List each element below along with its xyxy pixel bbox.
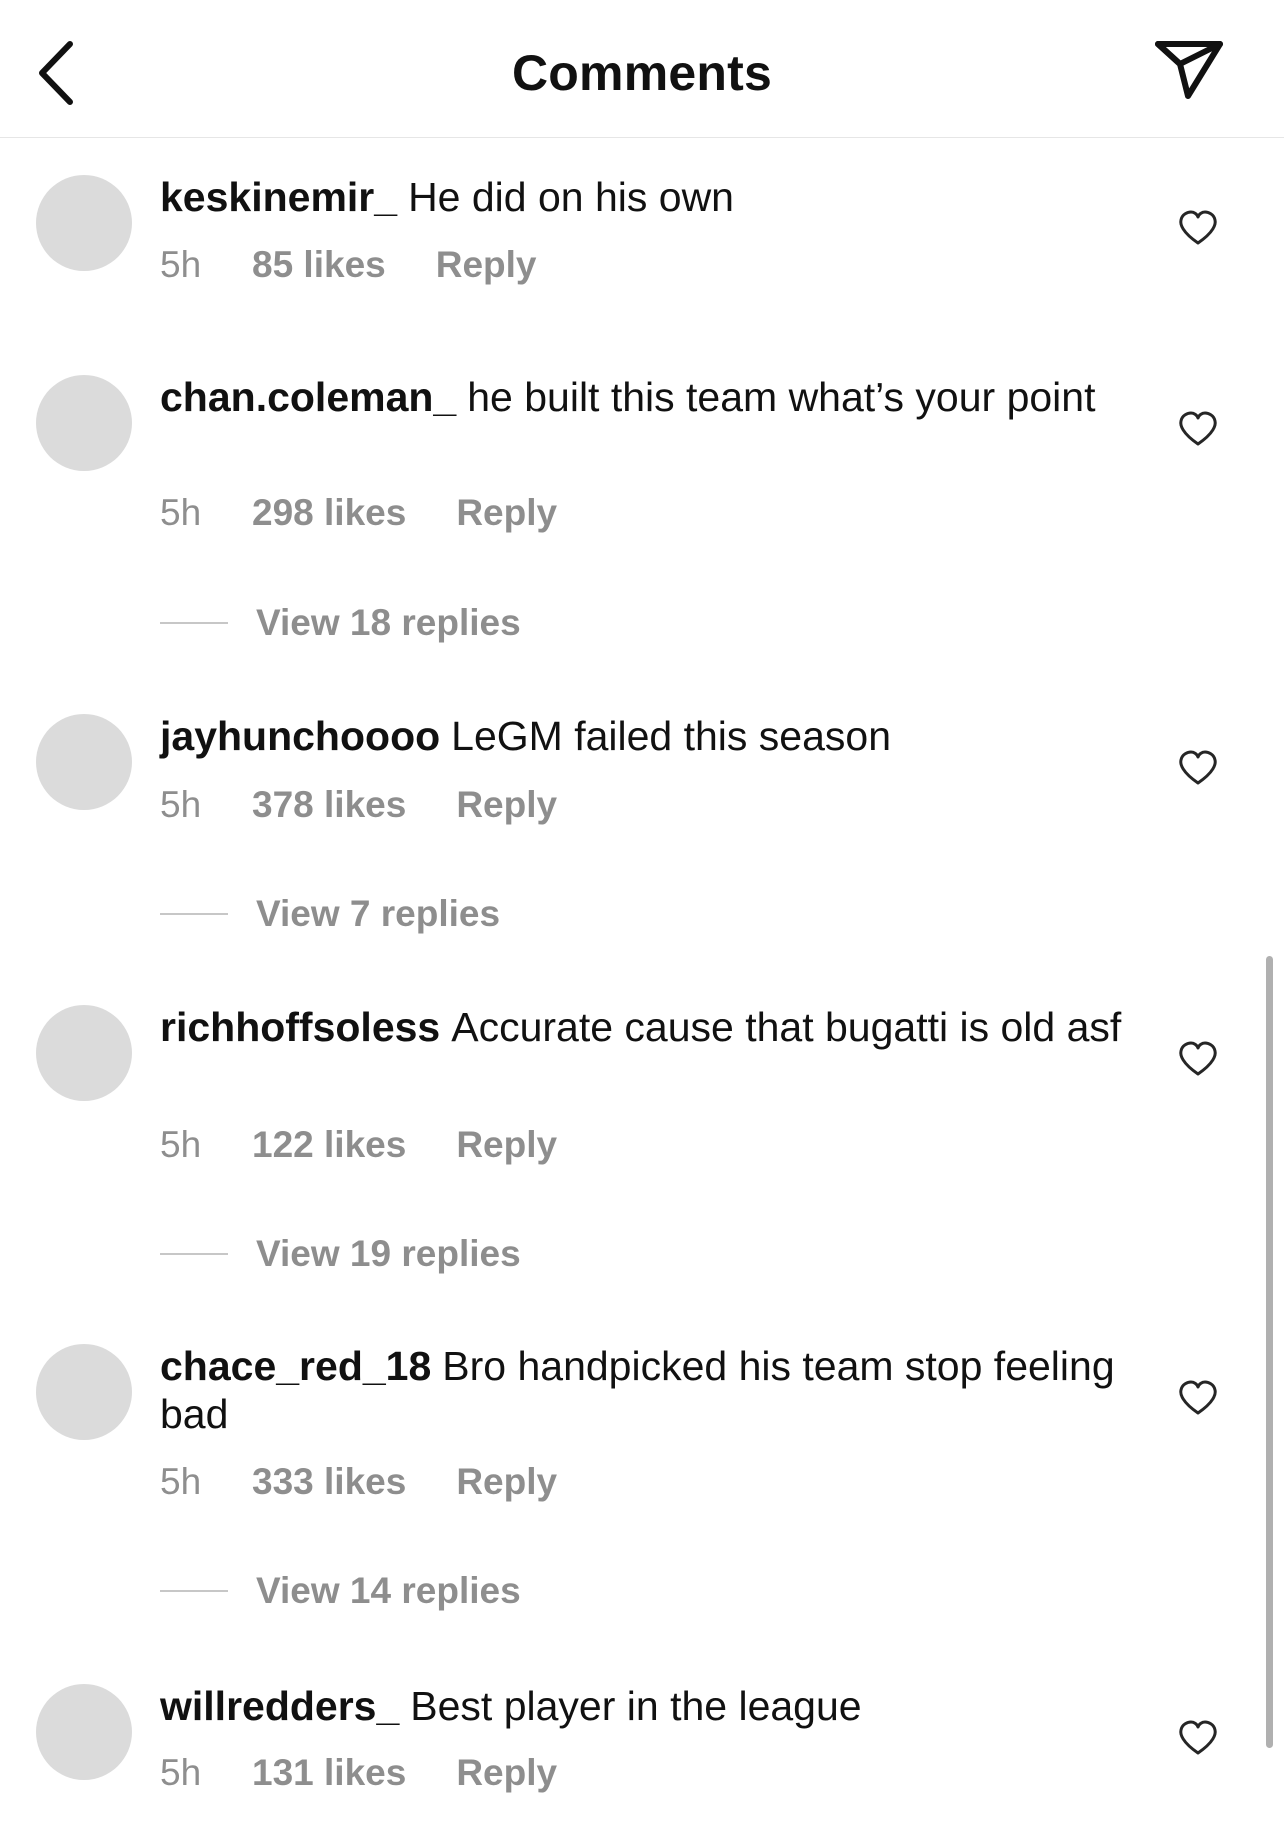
scrollbar[interactable] (1266, 956, 1273, 1748)
view-replies-button[interactable]: View 7 replies (160, 893, 500, 935)
page-title: Comments (512, 45, 772, 101)
heart-icon[interactable] (1178, 1380, 1218, 1416)
avatar[interactable] (36, 375, 132, 471)
comment-text: keskinemir_ He did on his own (160, 173, 1130, 221)
view-replies-label[interactable]: View 7 replies (256, 893, 500, 934)
view-replies-button[interactable]: View 19 replies (160, 1233, 521, 1275)
comment-meta: 5h 333 likes Reply (160, 1461, 557, 1503)
header-bar: Comments (0, 0, 1284, 138)
comment-meta: 5h 85 likes Reply (160, 244, 537, 286)
comment-username[interactable]: jayhunchoooo (160, 713, 440, 759)
reply-button[interactable]: Reply (436, 244, 537, 286)
view-replies-button[interactable]: View 18 replies (160, 602, 521, 644)
heart-icon[interactable] (1178, 1041, 1218, 1077)
comment-username[interactable]: keskinemir_ (160, 174, 397, 220)
comment-likes[interactable]: 298 likes (252, 492, 406, 534)
divider (160, 622, 228, 625)
divider (160, 1253, 228, 1256)
view-replies-label[interactable]: View 19 replies (256, 1233, 521, 1274)
reply-button[interactable]: Reply (456, 1124, 557, 1166)
comment-time: 5h (160, 1461, 202, 1502)
comment-username[interactable]: chan.coleman_ (160, 374, 456, 420)
comment-text: richhoffsoless Accurate cause that bugatt… (160, 1003, 1130, 1051)
comment-time: 5h (160, 1124, 202, 1165)
reply-button[interactable]: Reply (456, 784, 557, 826)
comment-username[interactable]: chace_red_18 (160, 1343, 431, 1389)
avatar[interactable] (36, 1684, 132, 1780)
comment-text: jayhunchoooo LeGM failed this season (160, 712, 1130, 760)
comment-body: he built this team what’s your point (467, 374, 1096, 420)
comment-likes[interactable]: 122 likes (252, 1124, 406, 1166)
comment-body: LeGM failed this season (451, 713, 892, 759)
avatar[interactable] (36, 714, 132, 810)
view-replies-label[interactable]: View 14 replies (256, 1570, 521, 1611)
comment-meta: 5h 378 likes Reply (160, 784, 557, 826)
paper-plane-icon[interactable] (1150, 36, 1226, 104)
comment-time: 5h (160, 244, 202, 285)
comment-meta: 5h 298 likes Reply (160, 492, 557, 534)
comment-likes[interactable]: 131 likes (252, 1752, 406, 1794)
comment-text: chan.coleman_ he built this team what’s y… (160, 373, 1130, 421)
comment-likes[interactable]: 378 likes (252, 784, 406, 826)
view-replies-label[interactable]: View 18 replies (256, 602, 521, 643)
divider (160, 1590, 228, 1593)
comment-text: chace_red_18 Bro handpicked his team stop… (160, 1342, 1130, 1438)
comment-likes[interactable]: 333 likes (252, 1461, 406, 1503)
comment-body: Accurate cause that bugatti is old asf (451, 1004, 1122, 1050)
reply-button[interactable]: Reply (456, 1752, 557, 1794)
comment-body: Best player in the league (410, 1683, 862, 1729)
heart-icon[interactable] (1178, 1720, 1218, 1756)
comment-text: willredders_ Best player in the league (160, 1682, 1130, 1730)
comment-time: 5h (160, 1752, 202, 1793)
comment-username[interactable]: richhoffsoless (160, 1004, 440, 1050)
reply-button[interactable]: Reply (456, 492, 557, 534)
avatar[interactable] (36, 1005, 132, 1101)
reply-button[interactable]: Reply (456, 1461, 557, 1503)
view-replies-button[interactable]: View 14 replies (160, 1570, 521, 1612)
comment-meta: 5h 131 likes Reply (160, 1752, 557, 1794)
comment-time: 5h (160, 492, 202, 533)
heart-icon[interactable] (1178, 210, 1218, 246)
comment-time: 5h (160, 784, 202, 825)
comment-likes[interactable]: 85 likes (252, 244, 386, 286)
comment-body: He did on his own (408, 174, 734, 220)
comment-meta: 5h 122 likes Reply (160, 1124, 557, 1166)
comment-username[interactable]: willredders_ (160, 1683, 399, 1729)
avatar[interactable] (36, 1344, 132, 1440)
avatar[interactable] (36, 175, 132, 271)
heart-icon[interactable] (1178, 750, 1218, 786)
divider (160, 913, 228, 916)
heart-icon[interactable] (1178, 411, 1218, 447)
